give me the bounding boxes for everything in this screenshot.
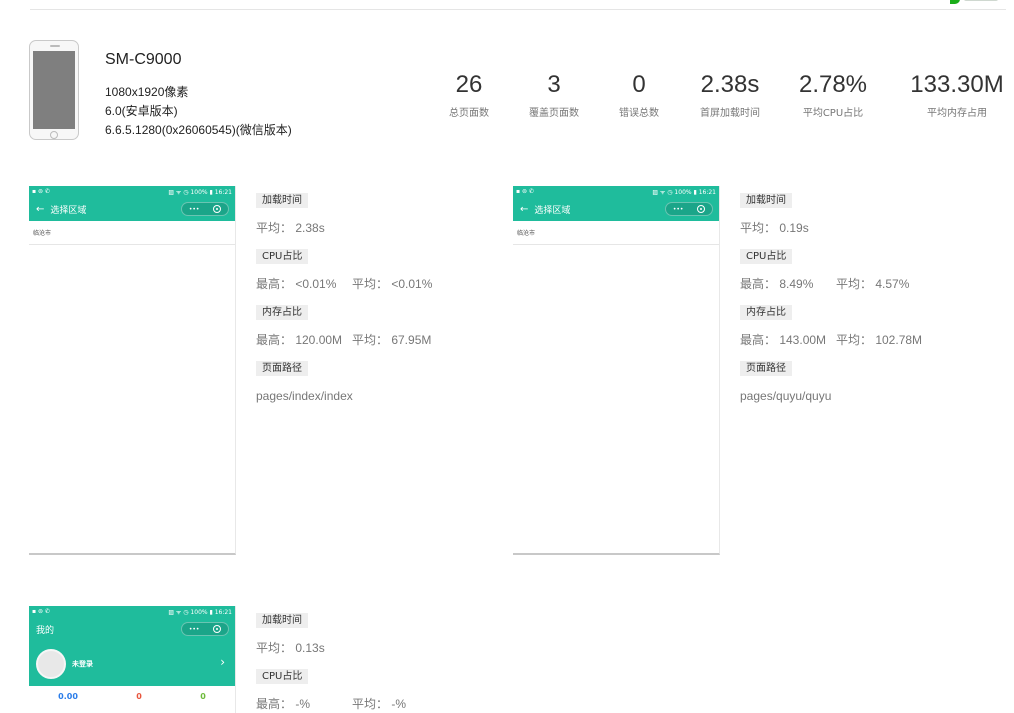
cpu-avg: 平均： -% xyxy=(352,697,407,711)
capsule-menu: ••• xyxy=(181,202,229,216)
more-icon: ••• xyxy=(672,205,684,213)
stat-first-load-time: 2.38s 首屏加载时间 xyxy=(700,71,760,119)
page-screenshot-quyu[interactable]: ▪ ⊚ ✆ ▨ ᯤ ◷ 100% ▮ 16:21 ← 选择区域 ••• 临沧市 xyxy=(513,186,720,555)
profile-stats: 0.00 0 0 xyxy=(58,692,206,701)
load-time-tag: 加载时间 xyxy=(256,193,308,208)
load-avg: 平均： 0.19s xyxy=(740,221,809,235)
more-icon: ••• xyxy=(188,625,200,633)
cpu-tag: CPU占比 xyxy=(256,669,309,684)
cpu-max: 最高： -% xyxy=(256,697,311,711)
path-tag: 页面路径 xyxy=(740,361,792,376)
stat-error-count: 0 错误总数 xyxy=(619,71,659,119)
close-target-icon xyxy=(697,205,706,213)
status-bar: ▪ ⊚ ✆ ▨ ᯤ ◷ 100% ▮ 16:21 xyxy=(29,606,235,617)
stat-avg-cpu: 2.78% 平均CPU占比 xyxy=(798,71,868,119)
nav-bar: ← 选择区域 ••• xyxy=(513,197,719,221)
leaf-icon xyxy=(950,0,960,4)
mem-max: 最高： 143.00M xyxy=(740,333,827,347)
load-avg: 平均： 0.13s xyxy=(256,641,325,655)
page-screenshot-index[interactable]: ▪ ⊚ ✆ ▨ ᯤ ◷ 100% ▮ 16:21 ← 选择区域 ••• 临沧市 xyxy=(29,186,236,555)
region-label: 临沧市 xyxy=(29,221,235,245)
device-resolution: 1080x1920像素 xyxy=(105,85,189,99)
status-bar: ▪ ⊚ ✆ ▨ ᯤ ◷ 100% ▮ 16:21 xyxy=(513,186,719,197)
avatar xyxy=(36,648,66,679)
nav-title: 选择区域 xyxy=(50,205,87,216)
load-avg: 平均： 2.38s xyxy=(256,221,325,235)
header-divider xyxy=(30,9,1006,10)
nav-title: 我的 xyxy=(36,625,55,636)
stat-avg-memory: 133.30M 平均内存占用 xyxy=(910,71,1004,119)
profile-header: 未登录 › xyxy=(29,641,235,686)
stat-covered-pages: 3 覆盖页面数 xyxy=(529,71,579,119)
page-metrics-quyu: 加载时间 平均： 0.19s CPU占比 最高： 8.49% 平均： 4.57% … xyxy=(740,188,922,403)
back-arrow-icon: ← xyxy=(520,203,529,215)
page-metrics-index: 加载时间 平均： 2.38s CPU占比 最高： <0.01% 平均： <0.01… xyxy=(256,188,432,403)
nav-title: 选择区域 xyxy=(534,205,571,216)
back-arrow-icon: ← xyxy=(36,203,45,215)
mem-line: 最高： 143.00M 平均： 102.78M xyxy=(740,333,922,347)
cpu-avg: 平均： <0.01% xyxy=(352,277,433,291)
mem-line: 最高： 120.00M 平均： 67.95M xyxy=(256,333,432,347)
close-target-icon xyxy=(213,205,222,213)
memory-tag: 内存占比 xyxy=(740,305,792,320)
cpu-avg: 平均： 4.57% xyxy=(836,277,910,291)
page-screenshot-mine[interactable]: ▪ ⊚ ✆ ▨ ᯤ ◷ 100% ▮ 16:21 我的 ••• 未登录 › 0.… xyxy=(29,606,236,713)
login-status: 未登录 xyxy=(72,659,93,668)
cpu-tag: CPU占比 xyxy=(256,249,309,264)
nav-bar: 我的 ••• xyxy=(29,617,235,641)
chevron-right-icon: › xyxy=(220,655,225,669)
capsule-menu: ••• xyxy=(181,622,229,636)
page-path: pages/quyu/quyu xyxy=(740,389,832,403)
phone-icon xyxy=(29,40,79,140)
nav-bar: ← 选择区域 ••• xyxy=(29,197,235,221)
load-time-tag: 加载时间 xyxy=(256,613,308,628)
load-time-tag: 加载时间 xyxy=(740,193,792,208)
close-target-icon xyxy=(213,625,222,633)
device-wechat-version: 6.6.5.1280(0x26060545)(微信版本) xyxy=(105,123,292,137)
cpu-tag: CPU占比 xyxy=(740,249,793,264)
mem-max: 最高： 120.00M xyxy=(256,333,343,347)
region-label: 临沧市 xyxy=(513,221,719,245)
cpu-max: 最高： <0.01% xyxy=(256,277,337,291)
cpu-max: 最高： 8.49% xyxy=(740,277,814,291)
more-icon: ••• xyxy=(188,205,200,213)
status-bar: ▪ ⊚ ✆ ▨ ᯤ ◷ 100% ▮ 16:21 xyxy=(29,186,235,197)
mem-avg: 平均： 67.95M xyxy=(352,333,432,347)
cpu-line: 最高： <0.01% 平均： <0.01% xyxy=(256,277,432,291)
path-tag: 页面路径 xyxy=(256,361,308,376)
device-model: SM-C9000 xyxy=(105,51,182,68)
page-path: pages/index/index xyxy=(256,389,353,403)
mem-avg: 平均： 102.78M xyxy=(836,333,923,347)
device-os-version: 6.0(安卓版本) xyxy=(105,104,178,118)
cpu-line: 最高： -% 平均： -% xyxy=(256,697,406,711)
stat-total-pages: 26 总页面数 xyxy=(449,71,489,119)
memory-tag: 内存占比 xyxy=(256,305,308,320)
capsule-menu: ••• xyxy=(665,202,713,216)
page-metrics-mine: 加载时间 平均： 0.13s CPU占比 最高： -% 平均： -% xyxy=(256,608,406,711)
cpu-line: 最高： 8.49% 平均： 4.57% xyxy=(740,277,922,291)
brand-logo xyxy=(950,0,1006,4)
